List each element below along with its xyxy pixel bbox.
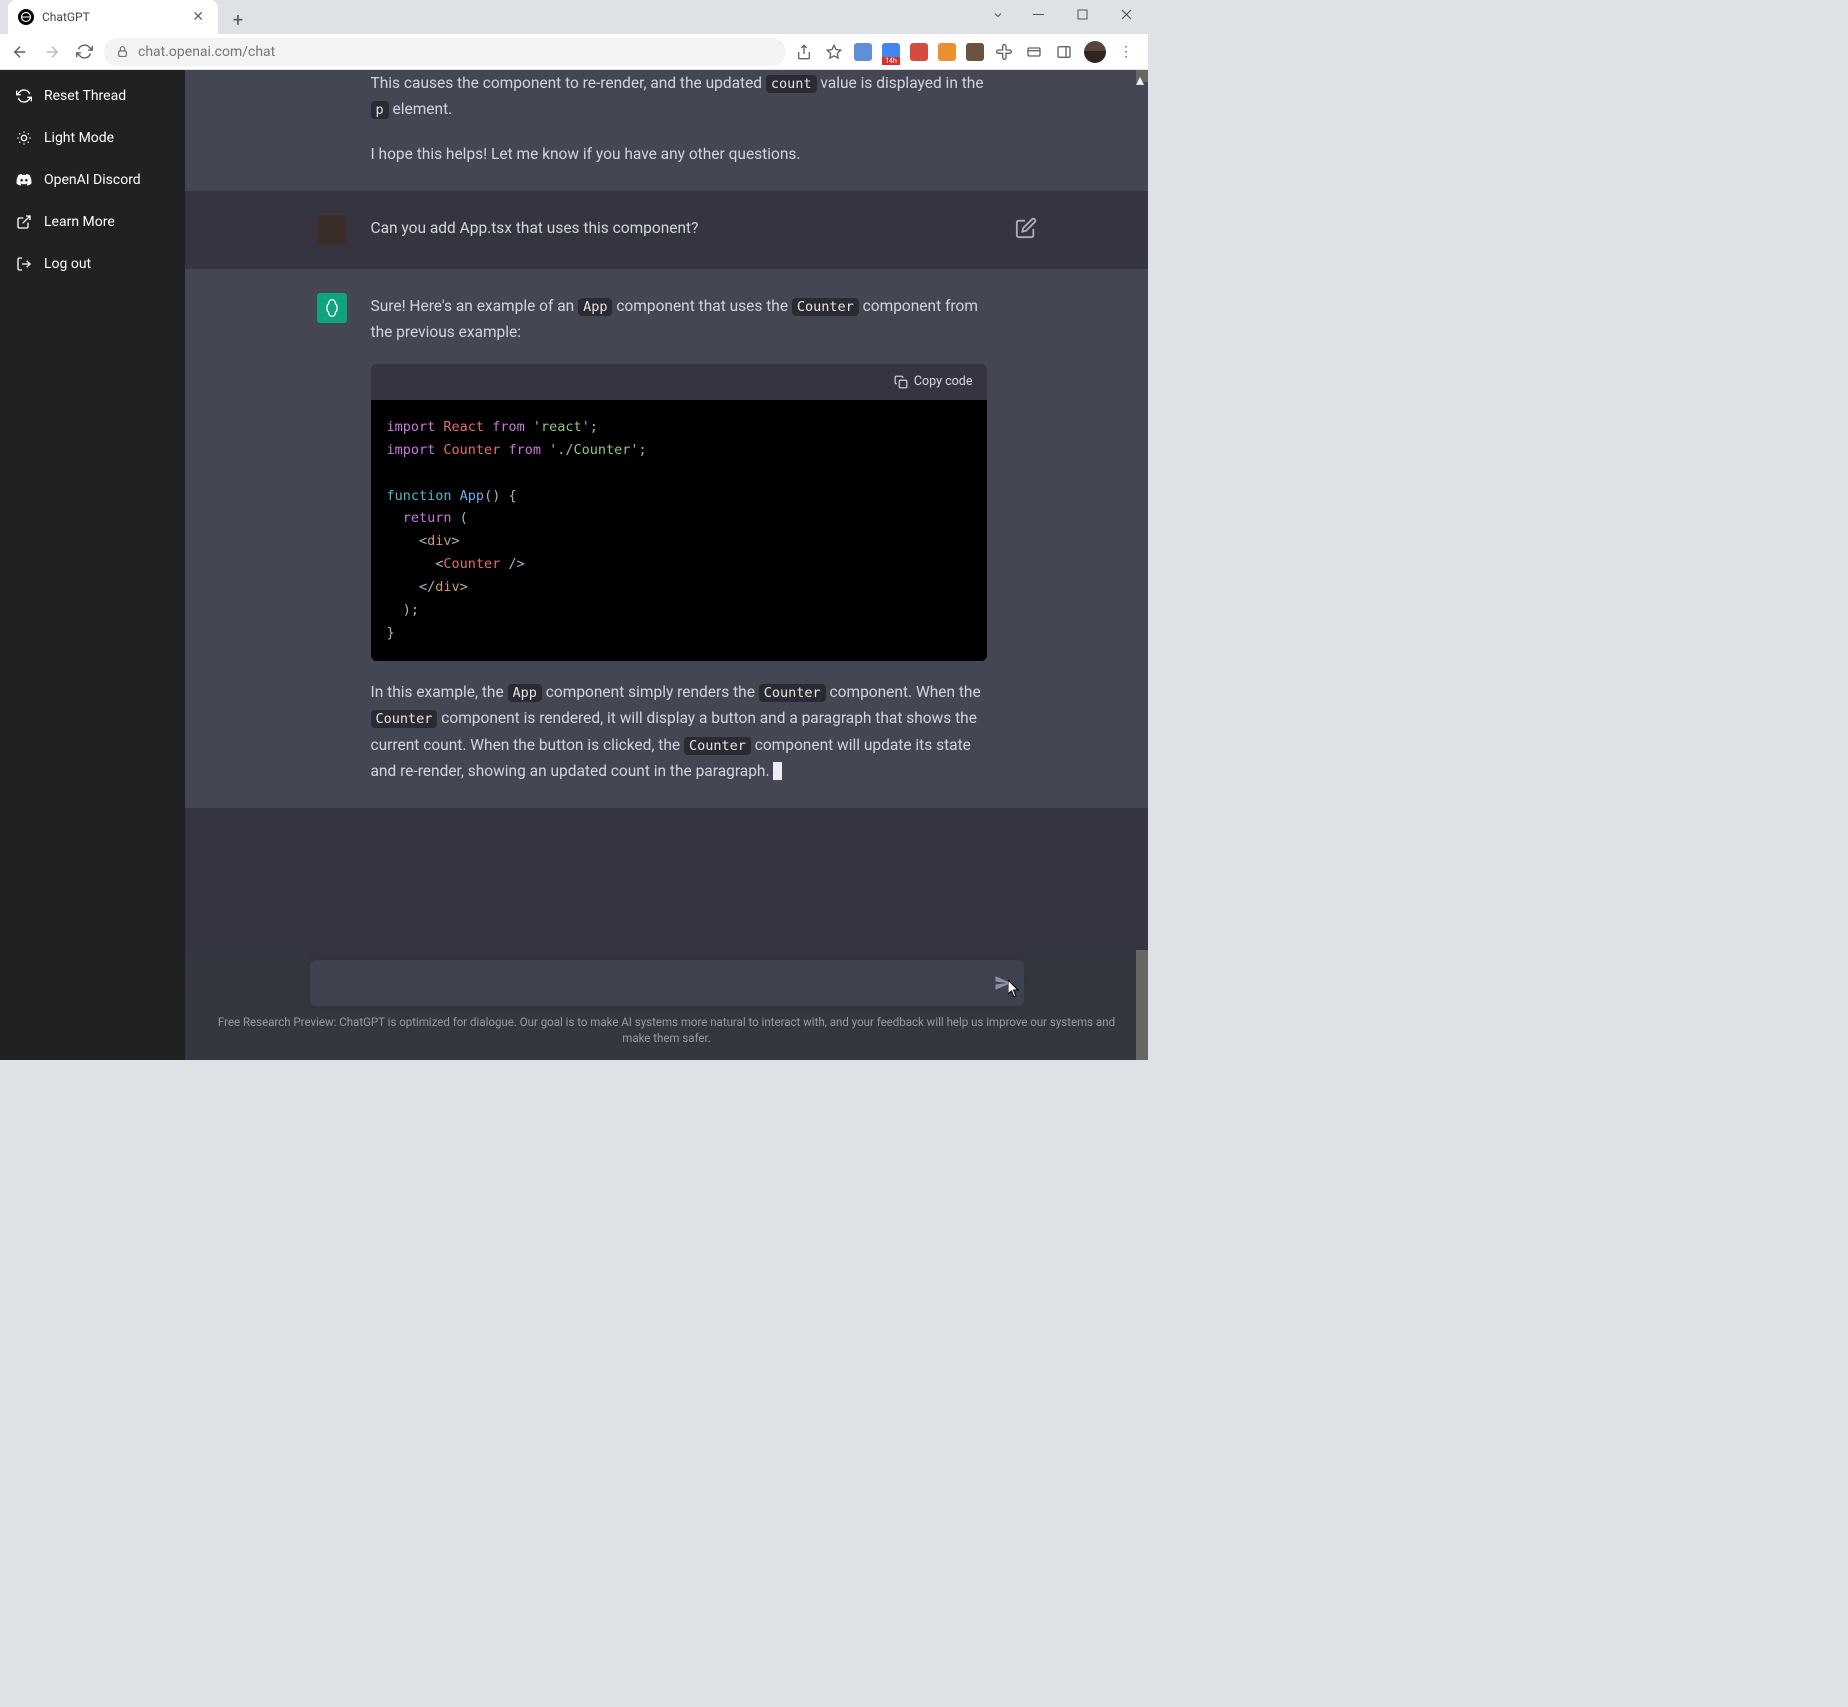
share-icon[interactable] — [794, 42, 814, 62]
sidebar-item-light-mode[interactable]: Light Mode — [6, 118, 179, 158]
url-text: chat.openai.com/chat — [138, 44, 275, 60]
inline-code: Counter — [684, 737, 751, 755]
sidebar-item-label: Light Mode — [44, 130, 114, 146]
inline-code: Counter — [792, 298, 859, 316]
profile-avatar[interactable] — [1084, 41, 1106, 63]
tab-strip: ChatGPT ✕ + — [0, 0, 1148, 34]
sidebar-item-label: Log out — [44, 256, 91, 272]
code-content: import React from 'react'; import Counte… — [371, 400, 987, 661]
extension-icon[interactable] — [938, 43, 956, 61]
forward-button[interactable] — [40, 40, 64, 64]
code-block: Copy code import React from 'react'; imp… — [371, 364, 987, 661]
inline-code: Counter — [759, 684, 826, 702]
chrome-menu-button[interactable]: ⋮ — [1116, 42, 1136, 62]
window-minimize-button[interactable] — [1016, 0, 1060, 28]
extension-icon[interactable]: 14h — [882, 43, 900, 61]
send-button[interactable] — [994, 974, 1012, 992]
assistant-message: Sure! Here's an example of an App compon… — [371, 293, 1027, 784]
copy-code-button[interactable]: Copy code — [894, 371, 973, 392]
lock-icon — [116, 45, 130, 59]
sidebar-item-label: Learn More — [44, 214, 115, 230]
message-input[interactable] — [310, 960, 1024, 1006]
back-button[interactable] — [8, 40, 32, 64]
inline-code: App — [578, 298, 612, 316]
refresh-icon — [16, 88, 32, 104]
browser-toolbar: chat.openai.com/chat 14h ⋮ — [0, 34, 1148, 70]
sidebar: Reset Thread Light Mode OpenAI Discord L… — [0, 70, 185, 1060]
window-maximize-button[interactable] — [1060, 0, 1104, 28]
sidepanel-button[interactable] — [1054, 42, 1074, 62]
main-content: ▴ This causes the component to re-render… — [185, 70, 1148, 1060]
sidebar-item-discord[interactable]: OpenAI Discord — [6, 160, 179, 200]
sidebar-item-logout[interactable]: Log out — [6, 244, 179, 284]
scroll-up-button[interactable]: ▴ — [1136, 70, 1148, 82]
tab-favicon — [18, 9, 34, 25]
browser-tab[interactable]: ChatGPT ✕ — [8, 0, 218, 34]
tab-title: ChatGPT — [42, 10, 188, 24]
inline-code: p — [371, 101, 389, 119]
extensions-button[interactable] — [994, 42, 1014, 62]
discord-icon — [16, 172, 32, 188]
tab-close-button[interactable]: ✕ — [188, 7, 208, 27]
assistant-avatar — [317, 293, 347, 323]
sidebar-item-label: OpenAI Discord — [44, 172, 141, 188]
inline-code: App — [508, 684, 542, 702]
sidebar-item-learn-more[interactable]: Learn More — [6, 202, 179, 242]
window-close-button[interactable] — [1104, 0, 1148, 28]
extension-icon[interactable] — [910, 43, 928, 61]
logout-icon — [16, 256, 32, 272]
external-link-icon — [16, 214, 32, 230]
sun-icon — [16, 130, 32, 146]
edit-message-button[interactable] — [1015, 217, 1037, 239]
reload-button[interactable] — [72, 40, 96, 64]
tab-search-button[interactable] — [980, 0, 1016, 30]
inline-code: Counter — [371, 710, 438, 728]
extension-icon[interactable] — [854, 43, 872, 61]
new-tab-button[interactable]: + — [224, 6, 252, 34]
input-area: Free Research Preview: ChatGPT is optimi… — [185, 944, 1148, 1060]
sidebar-item-label: Reset Thread — [44, 88, 126, 104]
user-avatar — [317, 215, 347, 245]
address-bar[interactable]: chat.openai.com/chat — [104, 38, 786, 66]
media-button[interactable] — [1024, 42, 1044, 62]
chat-thread[interactable]: This causes the component to re-render, … — [185, 70, 1148, 944]
extension-icon[interactable] — [966, 43, 984, 61]
scrollbar-thumb[interactable] — [1136, 950, 1148, 1060]
bookmark-icon[interactable] — [824, 42, 844, 62]
assistant-message: This causes the component to re-render, … — [371, 70, 1027, 167]
typing-cursor — [773, 762, 782, 780]
sidebar-item-reset-thread[interactable]: Reset Thread — [6, 76, 179, 116]
footer-disclaimer: Free Research Preview: ChatGPT is optimi… — [185, 1006, 1148, 1052]
user-message: Can you add App.tsx that uses this compo… — [371, 215, 1027, 245]
inline-code: count — [766, 75, 817, 93]
